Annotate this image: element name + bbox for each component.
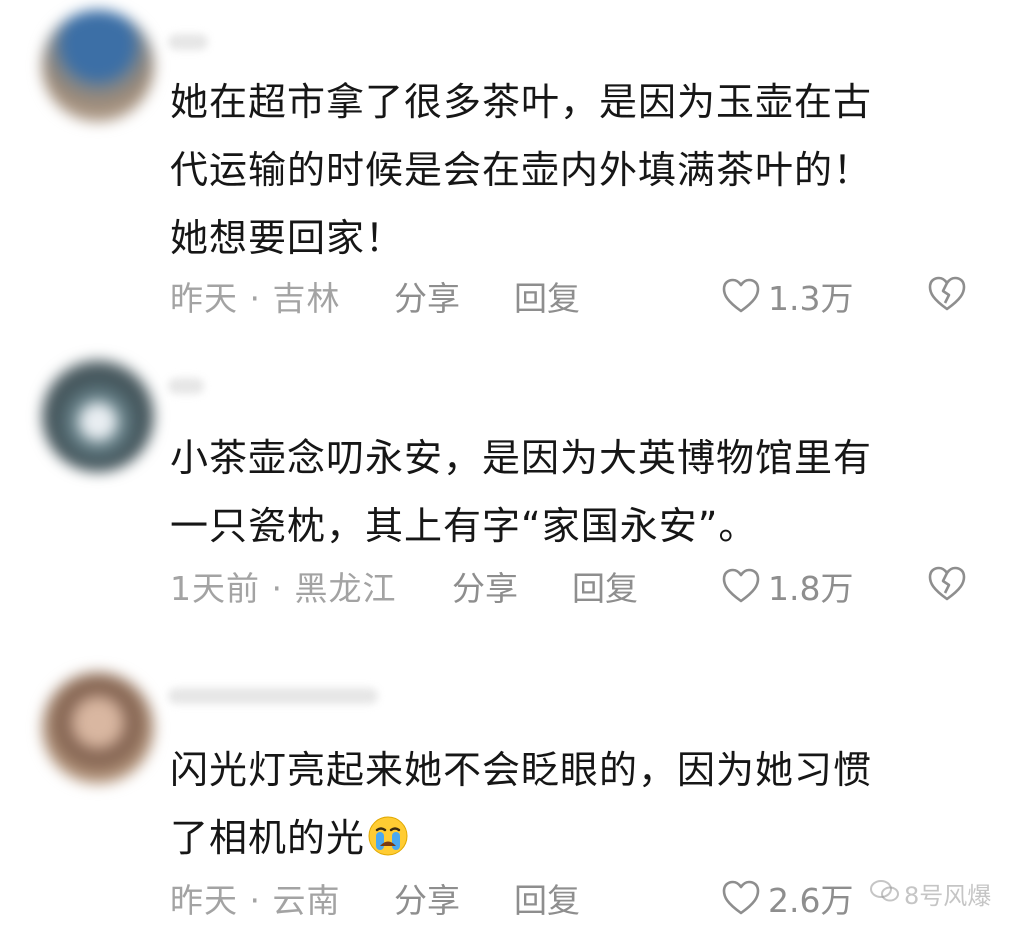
- username-blurred[interactable]: [168, 378, 204, 394]
- comment-text-segment: 了相机的光: [170, 816, 366, 860]
- reply-button[interactable]: 回复: [572, 562, 638, 610]
- broken-heart-icon: [928, 276, 966, 312]
- dislike-button[interactable]: [928, 566, 966, 602]
- avatar[interactable]: [42, 672, 154, 784]
- heart-outline-icon: [722, 880, 760, 916]
- comment-text: 闪光灯亮起来她不会眨眼的，因为她习惯 了相机的光: [170, 736, 970, 872]
- avatar[interactable]: [42, 10, 154, 122]
- reply-button[interactable]: 回复: [514, 272, 580, 320]
- comment-text-line: 她想要回家！: [170, 216, 405, 260]
- heart-outline-icon: [722, 568, 760, 604]
- comment-meta: 昨天 · 吉林: [170, 279, 341, 318]
- heart-outline-icon: [722, 278, 760, 314]
- crying-face-emoji: [367, 810, 409, 856]
- like-count: 2.6万: [768, 881, 854, 920]
- comment-text: 她在超市拿了很多茶叶，是因为玉壶在古 代运输的时候是会在壶内外填满茶叶的！ 她想…: [170, 68, 970, 272]
- dislike-button[interactable]: [928, 276, 966, 312]
- comment-text-line: 代运输的时候是会在壶内外填满茶叶的！: [170, 148, 873, 192]
- comment-text-line: 了相机的光: [170, 804, 970, 872]
- comment-text-line: 她在超市拿了很多茶叶，是因为玉壶在古: [170, 80, 873, 124]
- watermark-text: 8号风爆: [904, 882, 992, 910]
- broken-heart-icon: [928, 566, 966, 602]
- comment-meta: 1天前 · 黑龙江: [170, 569, 397, 608]
- comment-text-line: 一只瓷枕，其上有字“家国永安”。: [170, 504, 758, 548]
- username-blurred[interactable]: [168, 688, 378, 704]
- like-button[interactable]: 1.3万: [722, 272, 853, 320]
- watermark: 8号风爆: [870, 876, 991, 911]
- share-button[interactable]: 分享: [394, 272, 460, 320]
- username-blurred[interactable]: [168, 34, 208, 50]
- avatar[interactable]: [42, 360, 154, 472]
- comment-text: 小茶壶念叨永安，是因为大英博物馆里有 一只瓷枕，其上有字“家国永安”。: [170, 424, 970, 560]
- comment-text-line: 小茶壶念叨永安，是因为大英博物馆里有: [170, 436, 873, 480]
- wechat-icon: [870, 879, 900, 909]
- reply-button[interactable]: 回复: [514, 874, 580, 922]
- like-button[interactable]: 2.6万: [722, 874, 853, 922]
- comment-text-line: 闪光灯亮起来她不会眨眼的，因为她习惯: [170, 748, 873, 792]
- like-button[interactable]: 1.8万: [722, 562, 853, 610]
- share-button[interactable]: 分享: [394, 874, 460, 922]
- share-button[interactable]: 分享: [452, 562, 518, 610]
- like-count: 1.8万: [768, 569, 854, 608]
- comment-meta: 昨天 · 云南: [170, 881, 341, 920]
- like-count: 1.3万: [768, 279, 854, 318]
